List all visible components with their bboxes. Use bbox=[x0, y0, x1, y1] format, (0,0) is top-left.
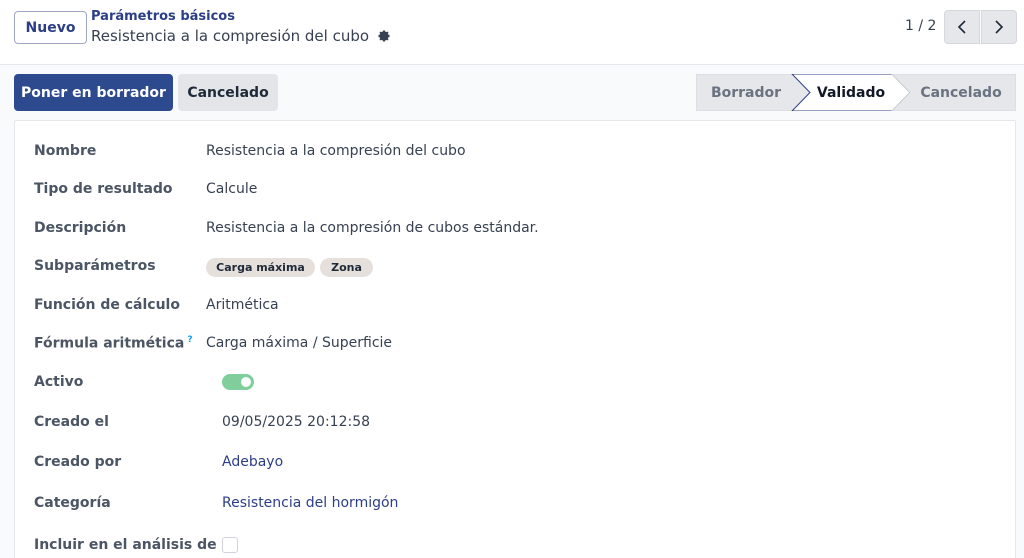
subparameter-tag[interactable]: Zona bbox=[320, 258, 373, 277]
status-step-draft[interactable]: Borrador bbox=[696, 74, 796, 111]
created-by-label: Creado por bbox=[34, 454, 122, 470]
gear-icon[interactable] bbox=[377, 29, 391, 43]
category-link[interactable]: Resistencia del hormigón bbox=[222, 495, 398, 511]
active-label: Activo bbox=[34, 374, 84, 390]
formula-label: Fórmula aritmética? bbox=[34, 335, 193, 352]
result-type-value[interactable]: Calcule bbox=[206, 181, 257, 197]
description-label: Descripción bbox=[34, 220, 127, 236]
formula-label-text: Fórmula aritmética bbox=[34, 335, 185, 352]
include-analysis-checkbox[interactable] bbox=[222, 537, 238, 553]
new-button[interactable]: Nuevo bbox=[14, 11, 87, 44]
name-value[interactable]: Resistencia a la compresión del cubo bbox=[206, 143, 466, 159]
statusbar: Borrador Validado Cancelado bbox=[696, 74, 1016, 111]
subparameters-label: Subparámetros bbox=[34, 258, 156, 274]
record-title: Resistencia a la compresión del cubo bbox=[91, 27, 391, 45]
active-toggle[interactable] bbox=[222, 374, 254, 390]
help-icon[interactable]: ? bbox=[187, 335, 192, 345]
include-analysis-label: Incluir en el análisis de bbox=[34, 537, 217, 553]
name-label: Nombre bbox=[34, 143, 97, 159]
description-value[interactable]: Resistencia a la compresión de cubos est… bbox=[206, 220, 539, 236]
created-on-label: Creado el bbox=[34, 414, 109, 430]
set-draft-button[interactable]: Poner en borrador bbox=[14, 74, 173, 111]
toggle-knob bbox=[241, 377, 251, 387]
calc-function-value[interactable]: Aritmética bbox=[206, 297, 279, 313]
chevron-right-icon bbox=[995, 20, 1004, 34]
created-by-link[interactable]: Adebayo bbox=[222, 454, 283, 470]
chevron-left-icon bbox=[957, 20, 966, 34]
subparameter-tag[interactable]: Carga máxima bbox=[206, 258, 315, 277]
control-panel: Nuevo Parámetros básicos Resistencia a l… bbox=[0, 0, 1024, 65]
record-title-text: Resistencia a la compresión del cubo bbox=[91, 27, 370, 45]
created-on-value: 09/05/2025 20:12:58 bbox=[222, 414, 371, 430]
formula-value[interactable]: Carga máxima / Superficie bbox=[206, 335, 392, 351]
result-type-label: Tipo de resultado bbox=[34, 181, 173, 197]
cancelled-button[interactable]: Cancelado bbox=[178, 74, 278, 111]
calc-function-label: Función de cálculo bbox=[34, 297, 180, 313]
status-step-cancelled[interactable]: Cancelado bbox=[906, 74, 1016, 111]
category-label: Categoría bbox=[34, 495, 111, 511]
pager-previous-button[interactable] bbox=[944, 10, 980, 44]
pager-next-button[interactable] bbox=[981, 10, 1017, 44]
breadcrumb-parent-link[interactable]: Parámetros básicos bbox=[91, 9, 235, 24]
status-step-validated[interactable]: Validado bbox=[800, 74, 902, 111]
pager-value[interactable]: 1 / 2 bbox=[905, 18, 936, 34]
